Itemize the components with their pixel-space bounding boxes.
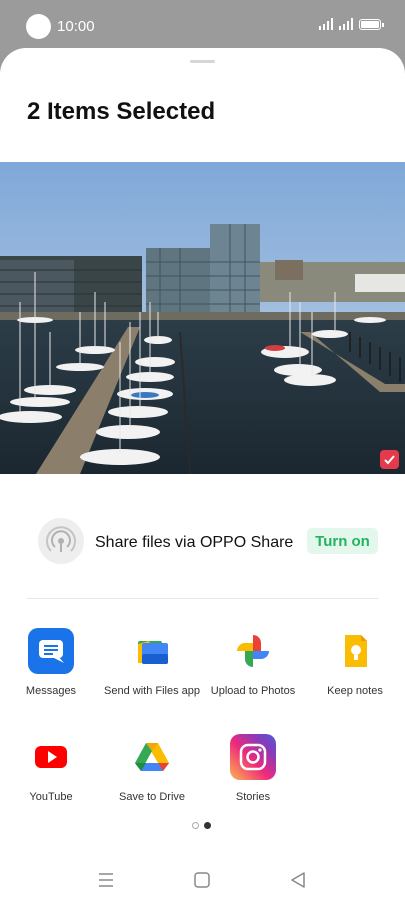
signal-icon: [319, 18, 333, 30]
page-dot-active: [204, 822, 211, 829]
app-files[interactable]: Send with Files app: [100, 628, 204, 699]
turn-on-button[interactable]: Turn on: [307, 528, 378, 554]
drag-handle[interactable]: [190, 60, 215, 63]
app-label: Send with Files app: [104, 685, 200, 697]
camera-cutout: [26, 14, 51, 39]
oppo-share-row[interactable]: Share files via OPPO Share Turn on: [38, 518, 378, 564]
status-bar: 10:00: [0, 0, 405, 52]
youtube-icon: [28, 734, 74, 780]
status-icons: [319, 18, 384, 30]
app-drive[interactable]: Save to Drive: [100, 734, 204, 805]
selected-check-icon[interactable]: [380, 450, 399, 469]
keep-icon: [332, 628, 378, 674]
app-instagram-stories[interactable]: Stories: [201, 734, 305, 805]
app-label: Stories: [235, 791, 271, 803]
app-label: Keep notes: [327, 685, 383, 697]
menu-icon[interactable]: [94, 868, 118, 892]
selected-photo-preview[interactable]: [0, 162, 405, 474]
app-photos[interactable]: Upload to Photos: [201, 628, 305, 699]
home-icon[interactable]: [190, 868, 214, 892]
sheet-title: 2 Items Selected: [27, 98, 216, 125]
app-youtube[interactable]: YouTube: [0, 734, 103, 805]
app-messages[interactable]: Messages: [0, 628, 103, 699]
oppo-share-label: Share files via OPPO Share: [95, 534, 294, 551]
messages-icon: [28, 628, 74, 674]
page-dot-inactive: [192, 822, 199, 829]
files-icon: [129, 628, 175, 674]
oppo-share-icon: [38, 518, 84, 564]
clock: 10:00: [57, 18, 95, 35]
back-icon[interactable]: [286, 868, 310, 892]
app-label: Upload to Photos: [210, 685, 296, 697]
app-label: Messages: [25, 685, 77, 697]
divider: [27, 598, 378, 599]
app-label: Save to Drive: [118, 791, 186, 803]
share-sheet: 2 Items Selected Share files via OPPO Sh…: [0, 48, 405, 902]
navigation-bar: [0, 860, 405, 902]
app-label: YouTube: [29, 791, 73, 803]
app-keep[interactable]: Keep notes: [303, 628, 405, 699]
page-indicator: [192, 822, 211, 829]
drive-icon: [129, 734, 175, 780]
signal-icon: [339, 18, 353, 30]
photos-icon: [230, 628, 276, 674]
instagram-icon: [230, 734, 276, 780]
battery-icon: [359, 19, 384, 30]
